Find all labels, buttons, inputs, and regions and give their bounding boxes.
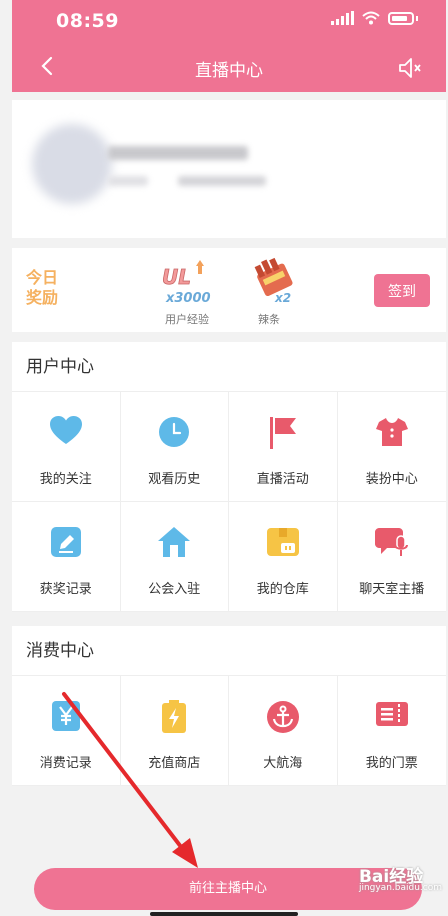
page-title: 直播中心 [195,61,263,81]
menu-item-tickets[interactable]: 我的门票 [337,676,446,786]
menu-item-awards[interactable]: 获奖记录 [12,502,121,612]
daily-reward-badge: 今日 奖励 [26,268,59,307]
menu-item-label: 我的仓库 [256,582,309,597]
box-icon [266,528,299,556]
flag-icon [269,417,296,449]
menu-item-dressup[interactable]: 装扮中心 [337,392,446,502]
reward-item-spicy: x2 辣条 [234,248,304,326]
svg-text:x2: x2 [274,291,291,305]
status-icons [331,11,418,25]
reward-item-label: 辣条 [258,313,280,326]
avatar [32,124,112,204]
menu-item-label: 公会入驻 [148,582,201,597]
reward-item-label: 用户经验 [165,313,209,326]
menu-item-label: 大航海 [263,756,303,771]
menu-item-label: 直播活动 [256,472,309,487]
ticket-icon [375,702,408,726]
menu-item-live-events[interactable]: 直播活动 [229,392,338,502]
exp-reward-art: UL x3000 [162,260,211,306]
menu-item-history[interactable]: 观看历史 [120,392,229,502]
reward-item-exp: UL x3000 用户经验 [152,248,222,326]
menu-item-guild[interactable]: 公会入驻 [120,502,229,612]
wifi-icon [362,11,380,25]
user-center-section: 用户中心 我的关注 观看历史 直播活动 装扮中心 获奖记录 公会入驻 我的仓库 … [12,342,446,612]
menu-item-label: 装扮中心 [365,472,418,487]
edit-icon [50,527,81,557]
menu-item-label: 观看历史 [148,472,201,487]
menu-item-voyage[interactable]: 大航海 [229,676,338,786]
home-indicator [150,912,298,916]
menu-item-label: 充值商店 [148,756,201,771]
shirt-icon [375,418,408,446]
menu-item-follows[interactable]: 我的关注 [12,392,121,502]
chat-mic-icon [374,528,408,556]
blurred-profile-text [108,146,266,186]
daily-reward-bar: 今日 奖励 UL x3000 用户经验 x2 辣条 签到 [12,248,446,332]
menu-item-chatroom-host[interactable]: 聊天室主播 [337,502,446,612]
svg-text:UL: UL [162,265,191,289]
baidu-watermark: Bai经验 jingyan.baidu.com [359,862,442,893]
anchor-icon [266,701,299,733]
menu-item-label: 我的关注 [39,472,92,487]
sign-in-button[interactable]: 签到 [374,274,430,307]
section-title: 消费中心 [12,626,446,676]
yen-icon [51,701,80,731]
app-header: 08:59 直播中心 [12,0,446,92]
battery-icon [388,11,414,25]
menu-item-recharge-store[interactable]: 充值商店 [120,676,229,786]
spicy-strip-icon: x2 [254,257,293,305]
consume-center-section: 消费中心 消费记录 充值商店 大航海 我的门票 [12,626,446,786]
signal-icon [331,11,354,25]
menu-item-label: 消费记录 [39,756,92,771]
svg-text:x3000: x3000 [165,291,211,306]
menu-item-spending-records[interactable]: 消费记录 [12,676,121,786]
menu-item-label: 获奖记录 [39,582,92,597]
clock-icon [159,417,190,447]
heart-icon [49,416,82,444]
menu-item-warehouse[interactable]: 我的仓库 [229,502,338,612]
menu-item-label: 我的门票 [365,756,418,771]
speaker-button[interactable] [396,54,424,82]
watermark-url: jingyan.baidu.com [358,883,442,893]
status-time: 08:59 [56,10,119,32]
menu-item-label: 聊天室主播 [359,582,425,597]
section-title: 用户中心 [12,342,446,392]
battery-icon [162,700,187,733]
profile-card[interactable] [12,100,446,238]
home-icon [158,527,191,557]
